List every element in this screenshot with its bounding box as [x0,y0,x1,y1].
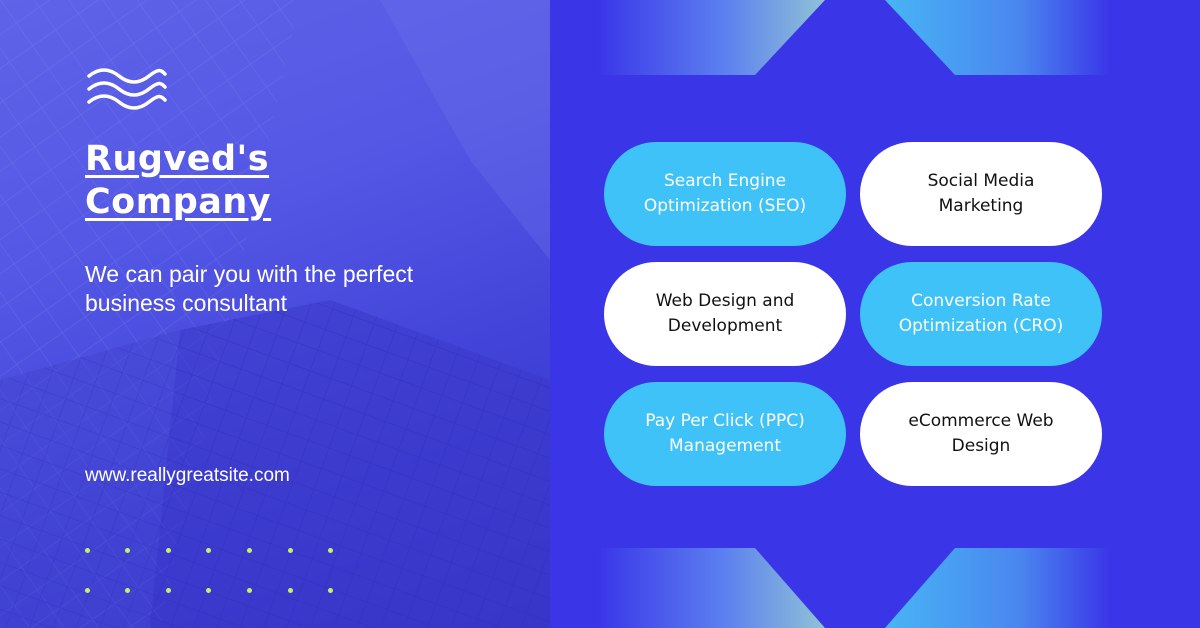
service-web-design[interactable]: Web Design and Development [604,262,846,366]
dot [85,548,90,553]
dot [247,588,252,593]
company-title: Rugved's Company [85,138,385,224]
tagline: We can pair you with the perfect busines… [85,261,414,316]
dot [247,548,252,553]
dot [206,548,211,553]
dot [328,588,333,593]
service-social-media[interactable]: Social Media Marketing [860,142,1102,246]
service-seo[interactable]: Search Engine Optimization (SEO) [604,142,846,246]
company-title-line2: Company [85,182,272,222]
dot [85,588,90,593]
service-ecommerce[interactable]: eCommerce Web Design [860,382,1102,486]
dot [288,588,293,593]
dot [328,548,333,553]
dot [206,588,211,593]
decorative-dot-grid [80,542,350,602]
hero-panel: Rugved's Company We can pair you with th… [0,0,550,628]
company-title-line1: Rugved's [85,139,270,179]
service-ppc[interactable]: Pay Per Click (PPC) Management [604,382,846,486]
dot [166,588,171,593]
dot [125,548,130,553]
dot [166,548,171,553]
dot [288,548,293,553]
services-panel: Search Engine Optimization (SEO) Social … [550,0,1200,628]
service-cro[interactable]: Conversion Rate Optimization (CRO) [860,262,1102,366]
dot [125,588,130,593]
waves-logo-icon [87,68,167,110]
website-link[interactable]: www.reallygreatsite.com [85,465,290,487]
